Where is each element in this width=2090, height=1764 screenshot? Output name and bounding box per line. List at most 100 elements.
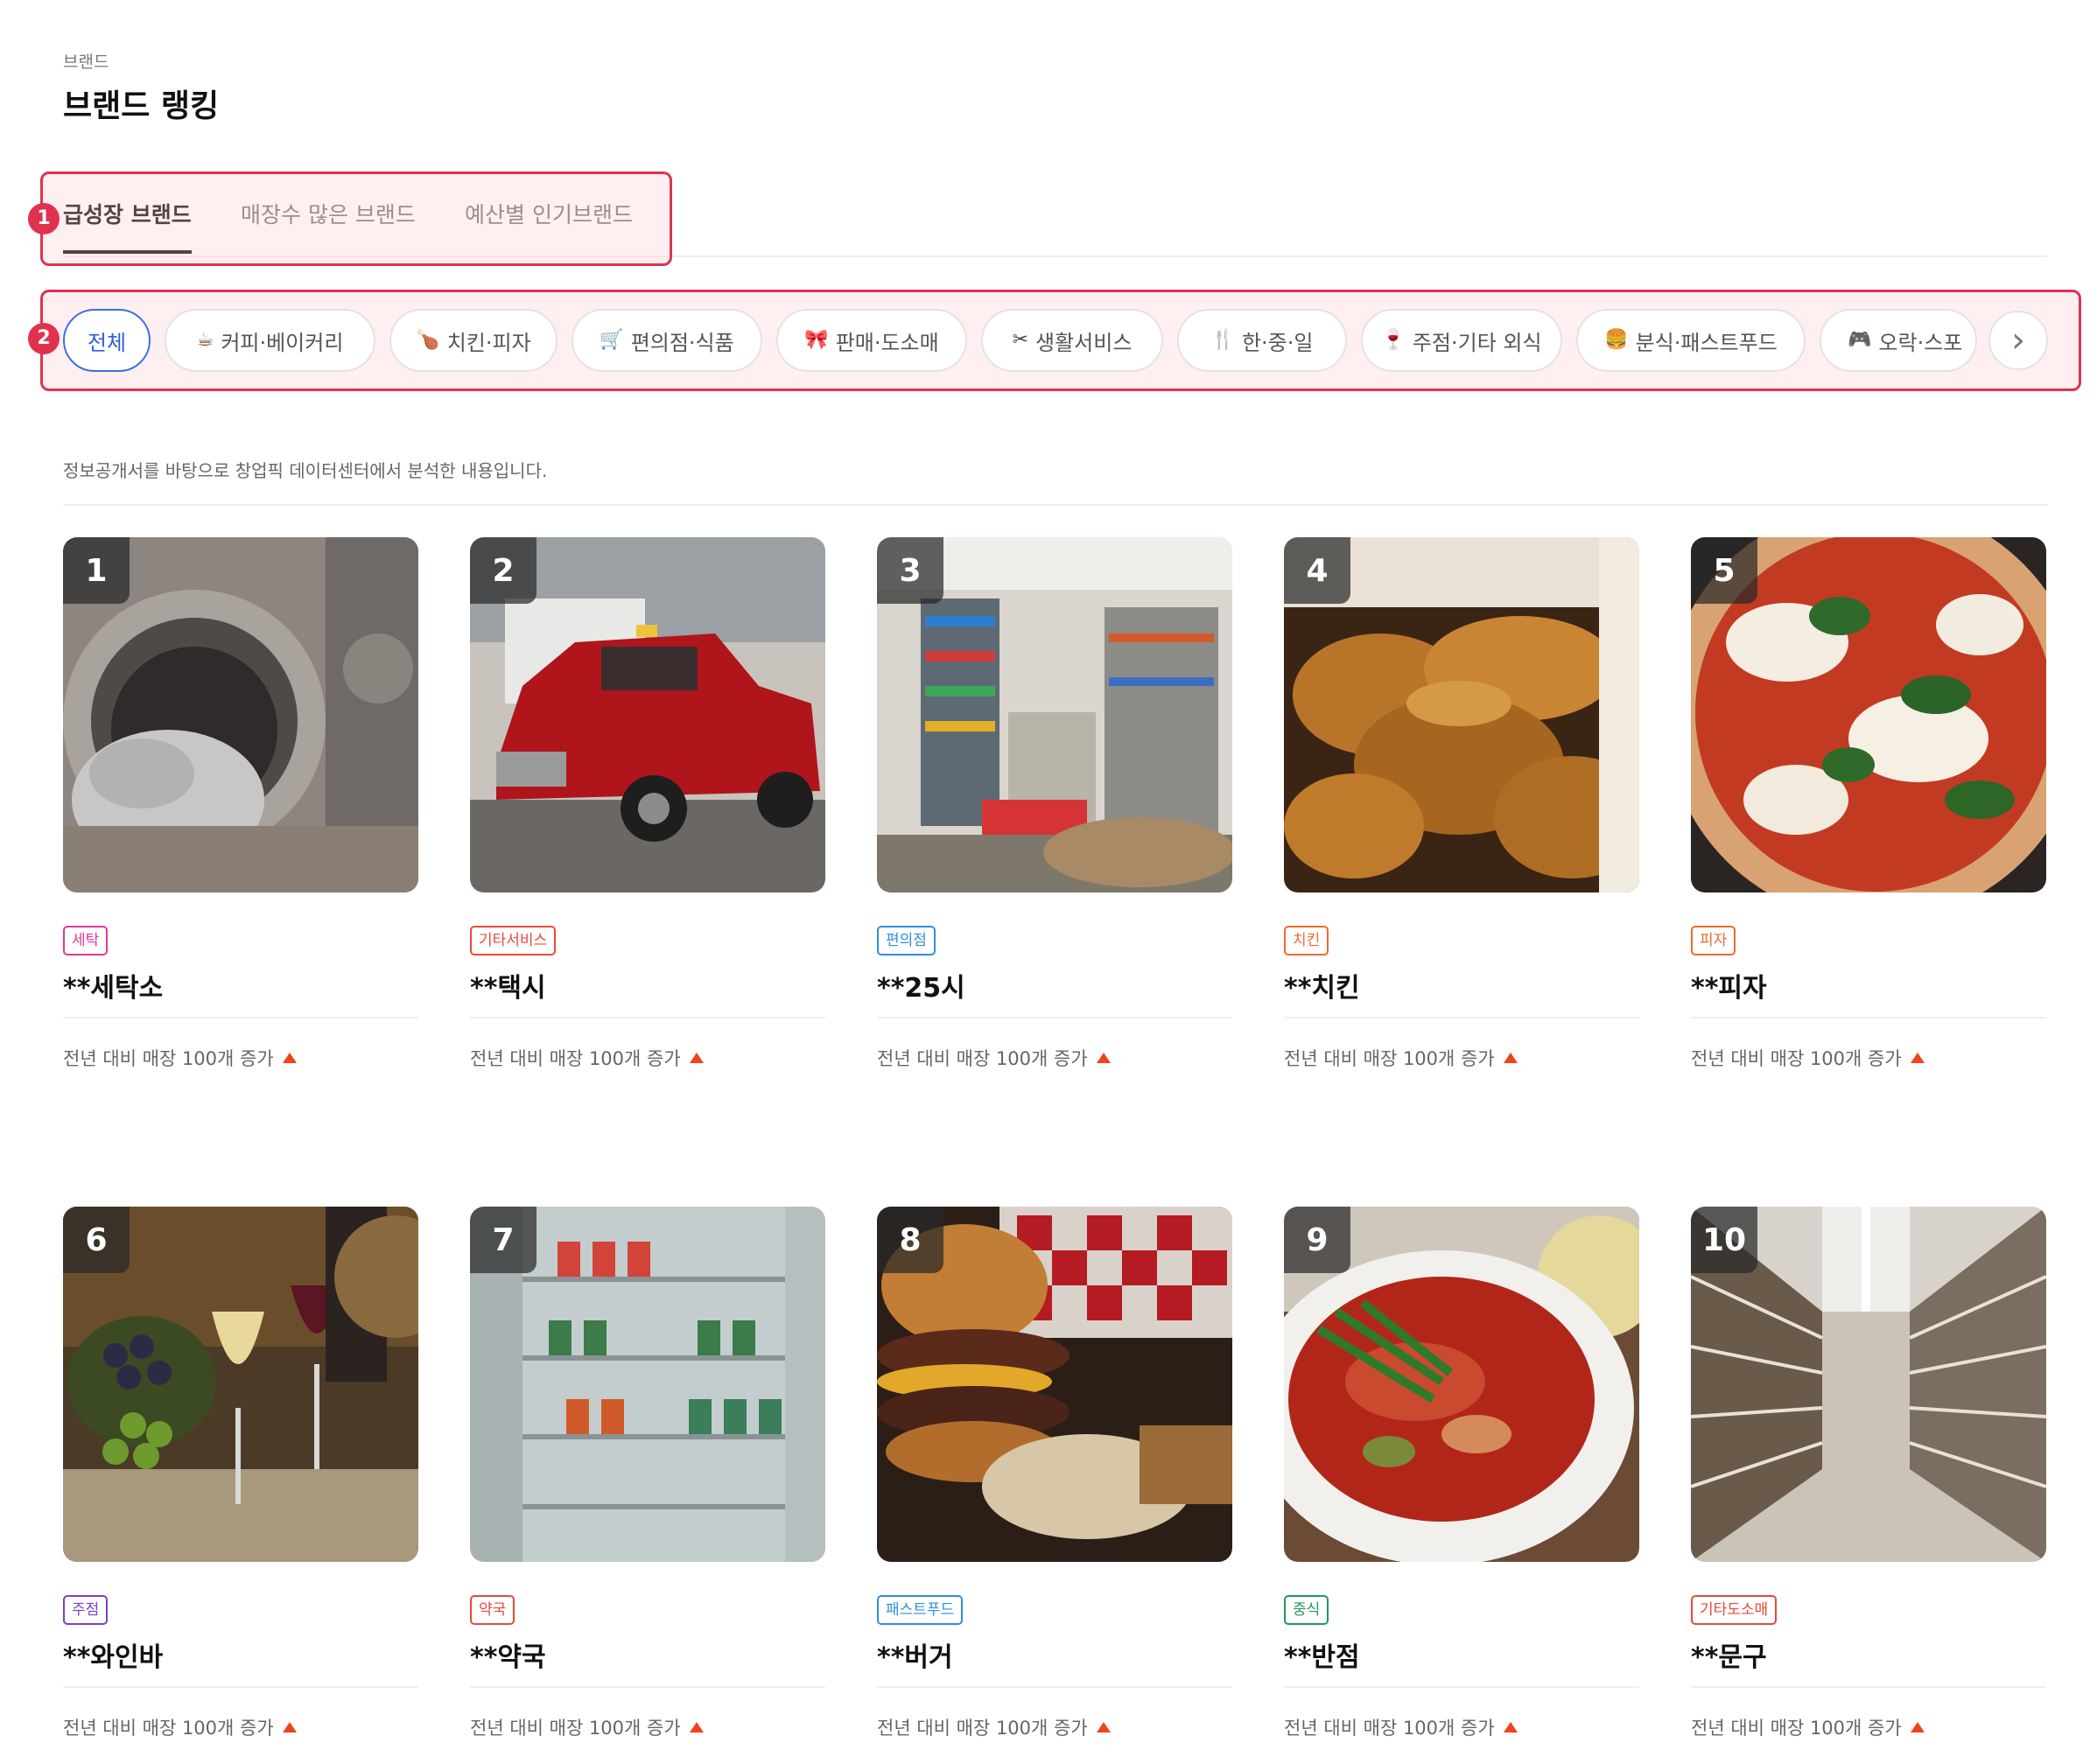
red-taxi-photo: 2 <box>470 537 825 892</box>
growth-text: 전년 대비 매장 100개 증가 <box>63 1718 274 1739</box>
growth-text: 전년 대비 매장 100개 증가 <box>1691 1718 1902 1739</box>
pizza-photo: 5 <box>1691 537 2046 892</box>
up-arrow-icon <box>1910 1722 1925 1732</box>
up-arrow-icon <box>1910 1053 1925 1063</box>
card-divider <box>877 1017 1232 1018</box>
category-tag: 피자 <box>1691 926 1736 956</box>
game-icon: 🎮 <box>1848 329 1872 351</box>
utensils-icon: 🍴 <box>1210 329 1235 351</box>
pharmacy-shelves-photo: 7 <box>470 1207 825 1562</box>
growth-info: 전년 대비 매장 100개 증가 <box>470 1714 704 1740</box>
card-divider <box>63 1686 418 1688</box>
wine-photo: 6 <box>63 1207 418 1562</box>
category-tag: 주점 <box>63 1595 109 1625</box>
category-chip-all[interactable]: 전체 <box>63 309 151 372</box>
category-tag: 치킨 <box>1284 926 1329 956</box>
annotation-badge-1: 1 <box>28 203 60 234</box>
growth-info: 전년 대비 매장 100개 증가 <box>63 1045 297 1071</box>
category-chip-label: 판매·도소매 <box>835 330 939 355</box>
rank-badge: 7 <box>470 1207 537 1273</box>
brand-name: **택시 <box>470 973 546 1004</box>
growth-text: 전년 대비 매장 100개 증가 <box>877 1048 1088 1069</box>
supermarket-aisle-photo: 10 <box>1691 1207 2046 1562</box>
brand-name: **버거 <box>877 1642 953 1673</box>
card-divider <box>470 1686 825 1688</box>
category-chip-retail[interactable]: 🎀 판매·도소매 <box>776 309 967 372</box>
category-chip-convenience-food[interactable]: 🛒 편의점·식품 <box>572 309 762 372</box>
growth-text: 전년 대비 매장 100개 증가 <box>63 1048 274 1069</box>
up-arrow-icon <box>1096 1722 1111 1732</box>
card-divider <box>1284 1017 1639 1018</box>
category-chip-label: 오락·스포 <box>1878 330 1963 355</box>
up-arrow-icon <box>282 1053 297 1063</box>
category-chip-label: 전체 <box>87 330 127 355</box>
category-chip-label: 치킨·피자 <box>446 330 531 355</box>
category-chip-korean-chinese-japanese[interactable]: 🍴 한·중·일 <box>1177 309 1347 372</box>
convenience-food-icon: 🛒 <box>600 329 624 351</box>
rank-badge: 2 <box>470 537 537 604</box>
growth-info: 전년 대비 매장 100개 증가 <box>1284 1045 1518 1071</box>
jjamppong-photo: 9 <box>1284 1207 1639 1562</box>
rank-badge: 8 <box>877 1207 943 1273</box>
card-divider <box>877 1686 1232 1688</box>
breadcrumb[interactable]: 브랜드 <box>63 49 109 73</box>
tools-icon: ✂ <box>1012 329 1029 351</box>
category-chip-coffee-bakery[interactable]: ☕ 커피·베이커리 <box>165 309 375 372</box>
growth-text: 전년 대비 매장 100개 증가 <box>877 1718 1088 1739</box>
rank-badge: 10 <box>1691 1207 1757 1273</box>
category-tag: 편의점 <box>877 926 936 956</box>
data-source-notice: 정보공개서를 바탕으로 창업픽 데이터센터에서 분석한 내용입니다. <box>63 460 548 481</box>
category-chip-label: 분식·패스트푸드 <box>1635 330 1778 355</box>
growth-text: 전년 대비 매장 100개 증가 <box>1284 1718 1495 1739</box>
fried-chicken-photo: 4 <box>1284 537 1639 892</box>
category-chip-chicken-pizza[interactable]: 🍗 치킨·피자 <box>389 309 558 372</box>
growth-text: 전년 대비 매장 100개 증가 <box>470 1048 681 1069</box>
category-chip-pub-other[interactable]: 🍷 주점·기타 외식 <box>1361 309 1562 372</box>
brand-name: **피자 <box>1691 973 1767 1004</box>
rank-badge: 4 <box>1284 537 1350 604</box>
category-chip-label: 한·중·일 <box>1241 330 1314 355</box>
brand-name: **25시 <box>877 973 965 1004</box>
brand-name: **문구 <box>1691 1642 1767 1673</box>
category-chip-snack-fastfood[interactable]: 🍔 분식·패스트푸드 <box>1576 309 1806 372</box>
up-arrow-icon <box>689 1053 704 1063</box>
burger-photo: 8 <box>877 1207 1232 1562</box>
brand-ranking-page: 브랜드 브랜드 랭킹 급성장 브랜드 매장수 많은 브랜드 예산별 인기브랜드 … <box>0 0 2090 1764</box>
growth-info: 전년 대비 매장 100개 증가 <box>1691 1714 1925 1740</box>
category-chip-label: 생활서비스 <box>1035 330 1133 355</box>
drinks-icon: 🍷 <box>1381 329 1406 351</box>
category-chip-label: 커피·베이커리 <box>221 330 344 355</box>
card-divider <box>1691 1686 2046 1688</box>
category-tag: 세탁 <box>63 926 109 956</box>
card-divider <box>63 1017 418 1018</box>
annotation-badge-2: 2 <box>28 323 60 354</box>
brand-name: **치킨 <box>1284 973 1360 1004</box>
growth-text: 전년 대비 매장 100개 증가 <box>1284 1048 1495 1069</box>
up-arrow-icon <box>689 1722 704 1732</box>
fast-food-icon: 🍔 <box>1604 329 1629 351</box>
category-tag: 기타서비스 <box>470 926 557 956</box>
growth-text: 전년 대비 매장 100개 증가 <box>470 1718 681 1739</box>
up-arrow-icon <box>1096 1053 1111 1063</box>
brand-name: **세탁소 <box>63 973 164 1004</box>
growth-info: 전년 대비 매장 100개 증가 <box>1691 1045 1925 1071</box>
brand-name: **약국 <box>470 1642 546 1673</box>
category-tag: 패스트푸드 <box>877 1595 964 1625</box>
washing-machine-photo: 1 <box>63 537 418 892</box>
convenience-store-photo: 3 <box>877 537 1232 892</box>
growth-info: 전년 대비 매장 100개 증가 <box>470 1045 704 1071</box>
rank-badge: 3 <box>877 537 943 604</box>
rank-badge: 9 <box>1284 1207 1350 1273</box>
card-divider <box>470 1017 825 1018</box>
up-arrow-icon <box>1503 1053 1518 1063</box>
page-title: 브랜드 랭킹 <box>63 88 220 124</box>
category-chip-living-service[interactable]: ✂ 생활서비스 <box>981 309 1163 372</box>
rank-badge: 1 <box>63 537 130 604</box>
category-chip-entertainment-sports[interactable]: 🎮 오락·스포 <box>1820 309 1977 372</box>
chevron-right-icon[interactable]: › <box>1988 311 2048 370</box>
chicken-pizza-icon: 🍗 <box>416 329 440 351</box>
growth-info: 전년 대비 매장 100개 증가 <box>877 1714 1111 1740</box>
category-chip-label: 편의점·식품 <box>630 330 734 355</box>
up-arrow-icon <box>1503 1722 1518 1732</box>
card-divider <box>1691 1017 2046 1018</box>
